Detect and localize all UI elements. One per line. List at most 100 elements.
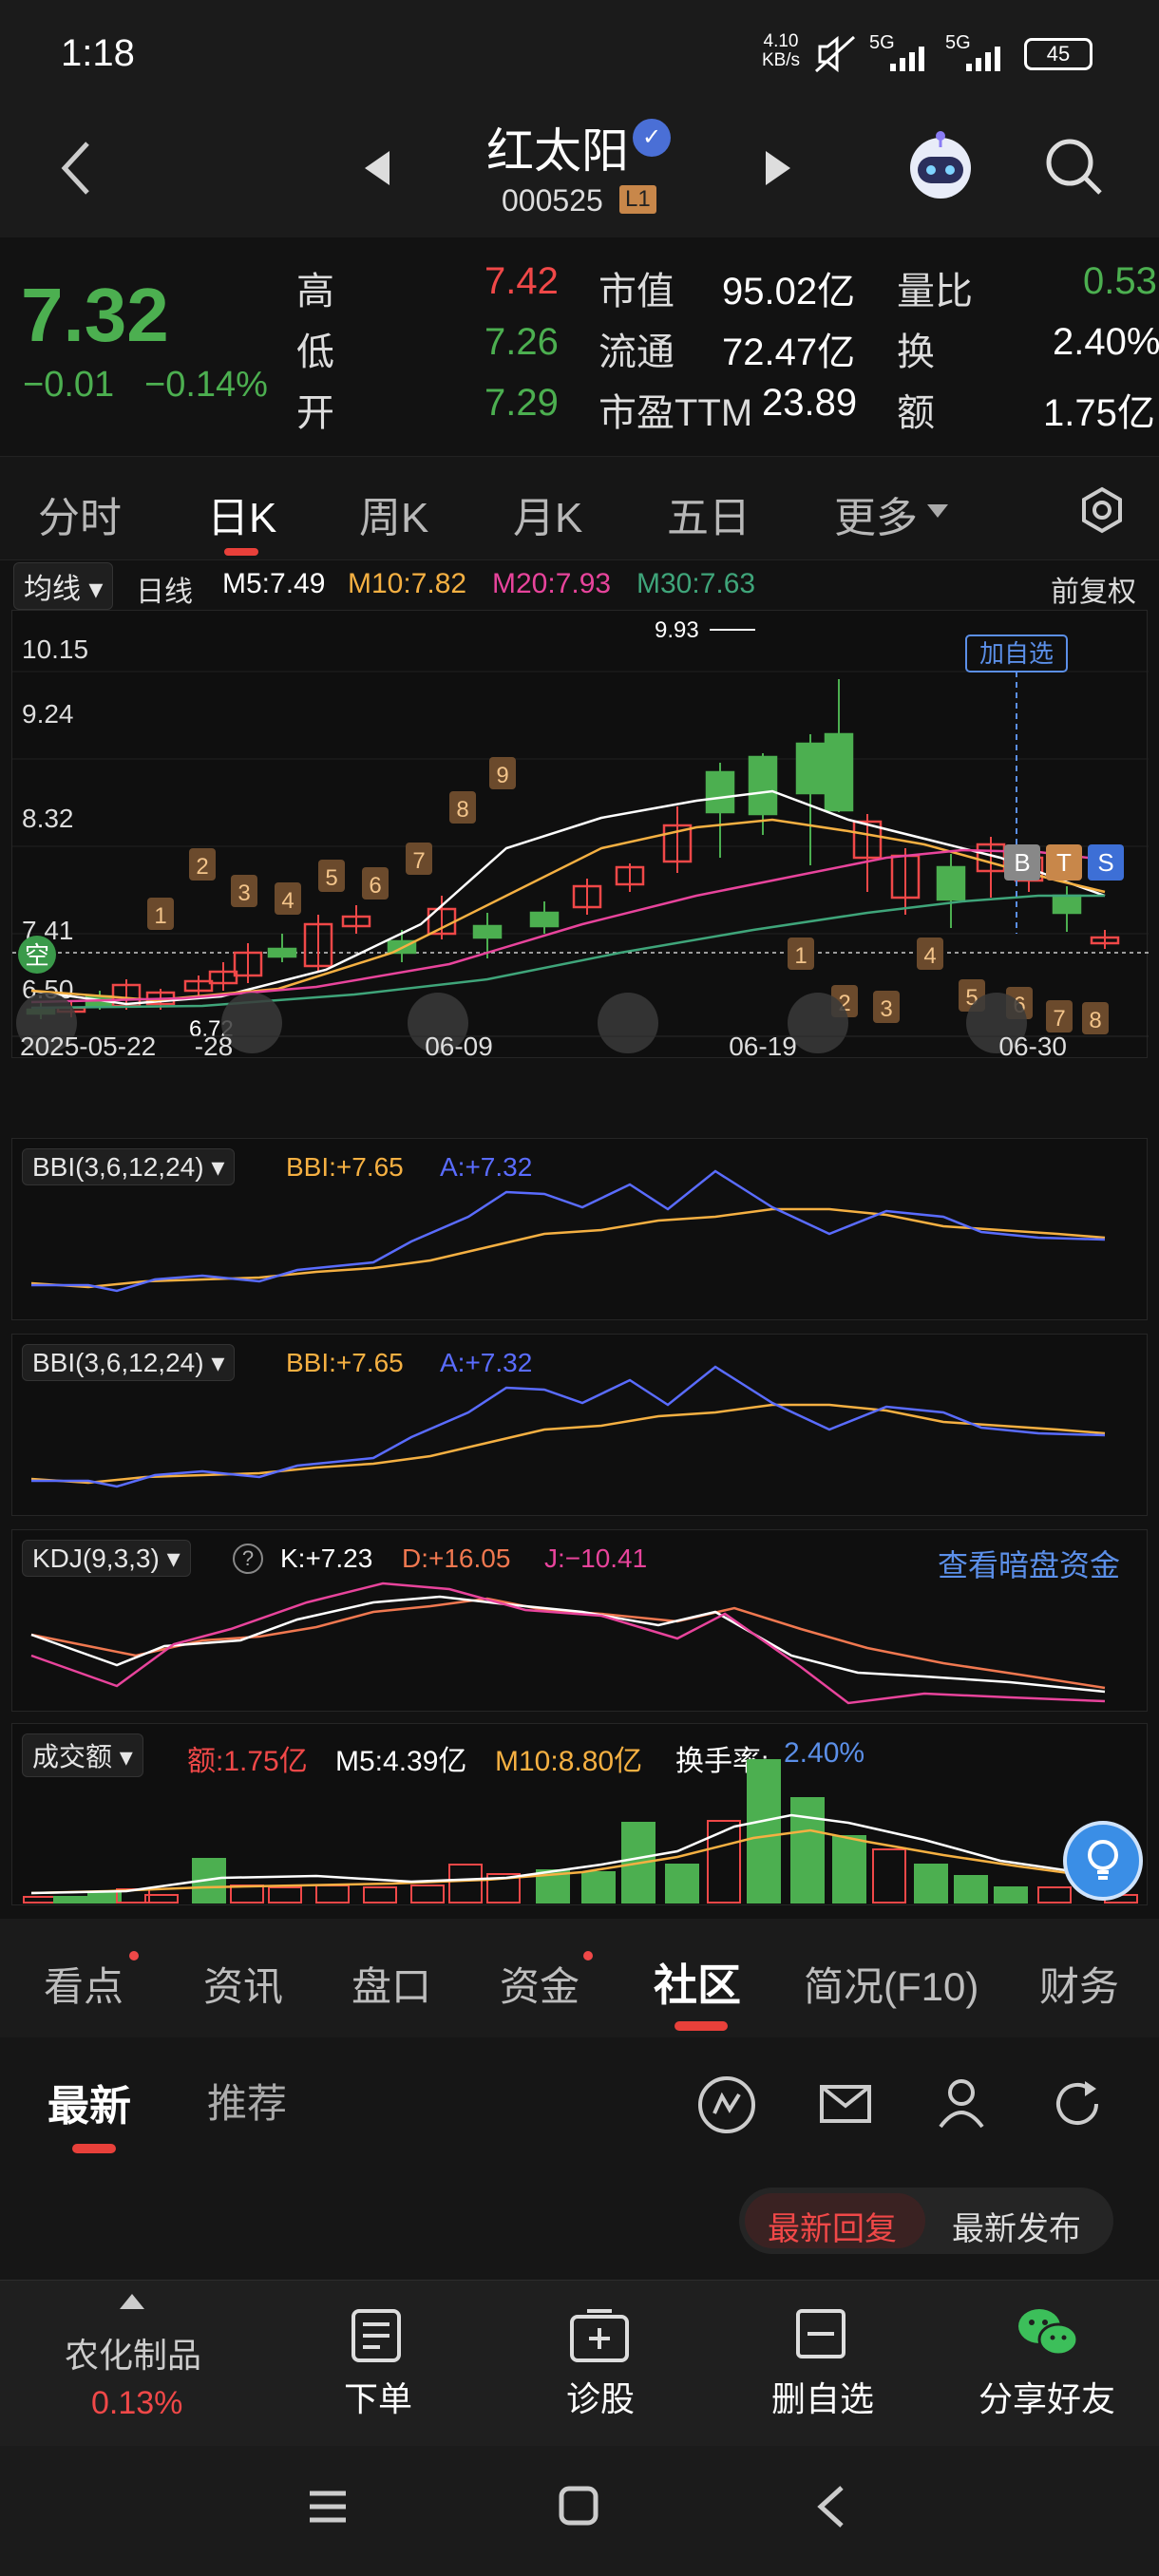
nav-back-icon[interactable]	[813, 2484, 847, 2529]
candle-body	[748, 755, 778, 816]
status-bar: 1:18 4.10 KB/s 5G 5G 45	[0, 0, 1159, 114]
mute-icon	[814, 35, 856, 73]
next-stock-icon[interactable]	[762, 147, 794, 189]
home-icon[interactable]	[557, 2484, 600, 2528]
kdj-panel[interactable]: KDJ(9,3,3) ▾ ? K:+7.23 D:+16.05 J:−10.41…	[11, 1529, 1148, 1712]
order-button[interactable]: 下单	[344, 2372, 412, 2421]
seq-number-label: 8	[1089, 1008, 1101, 1033]
tab-daily-k[interactable]: 日K	[207, 483, 276, 544]
mail-icon[interactable]	[819, 2081, 872, 2127]
share-button[interactable]: 分享好友	[978, 2372, 1115, 2421]
candle-body	[267, 947, 297, 958]
adjust-mode[interactable]: 前复权	[1051, 568, 1136, 610]
status-time: 1:18	[61, 32, 135, 74]
tab-finance[interactable]: 财务	[1039, 1955, 1119, 2013]
low-value: 7.26	[484, 321, 559, 363]
open-label: 开	[296, 392, 334, 434]
bbi-chart-1	[30, 1169, 1106, 1293]
ma5-value: M5:7.49	[222, 568, 326, 599]
tab-order-book[interactable]: 盘口	[352, 1955, 431, 2013]
volume-bar	[914, 1864, 948, 1904]
tab-weekly-k[interactable]: 周K	[359, 483, 428, 544]
detail-tabs: 看点 资讯 盘口 资金 社区 简况(F10) 财务	[0, 1919, 1159, 2037]
search-icon[interactable]	[1043, 136, 1106, 199]
system-nav-bar	[0, 2446, 1159, 2576]
volume-bar	[448, 1864, 483, 1904]
tab-latest[interactable]: 最新	[48, 2072, 131, 2132]
seq-number-label: 7	[412, 848, 425, 874]
refresh-icon[interactable]	[1051, 2077, 1104, 2131]
volume-bar	[87, 1892, 122, 1904]
bbi-panel-2[interactable]: BBI(3,6,12,24) ▾ BBI:+7.65 A:+7.32	[11, 1334, 1148, 1516]
idea-bulb-button[interactable]	[1063, 1821, 1143, 1901]
high-label: 高	[296, 271, 334, 313]
ma-selector[interactable]: 均线 ▾	[13, 562, 114, 610]
volume-bar	[665, 1864, 699, 1904]
volume-bar	[790, 1797, 825, 1904]
turnover-value: 2.40%	[1053, 321, 1159, 363]
tab-community[interactable]: 社区	[654, 1951, 741, 2014]
signal-1-icon	[890, 47, 924, 71]
sort-latest-post[interactable]: 最新发布	[952, 2203, 1081, 2249]
sector-name[interactable]: 农化制品	[65, 2328, 201, 2377]
date-tick: -28	[195, 1032, 233, 1059]
ma30-value: M30:7.63	[636, 568, 756, 599]
tab-more[interactable]: 更多	[834, 483, 918, 544]
date-tick: 06-09	[425, 1032, 493, 1059]
seq-number-label: 2	[196, 854, 208, 880]
verified-icon: ✓	[633, 119, 671, 157]
back-icon[interactable]	[57, 138, 95, 199]
volume-bar	[315, 1885, 350, 1904]
tab-five-day[interactable]: 五日	[667, 483, 750, 544]
float-cap-value: 72.47亿	[722, 331, 856, 373]
date-tick: 06-30	[998, 1032, 1067, 1059]
volume-bar	[23, 1896, 57, 1904]
seq-number-label: 4	[923, 943, 936, 969]
stock-name: 红太阳	[486, 124, 629, 178]
tab-recommended[interactable]: 推荐	[207, 2072, 287, 2130]
seq-number-label: 9	[496, 763, 508, 788]
tab-funds[interactable]: 资金	[500, 1955, 580, 2013]
wechat-icon	[1018, 2309, 1079, 2357]
bbi-a-line	[31, 1365, 1106, 1488]
sort-latest-reply[interactable]: 最新回复	[768, 2203, 897, 2249]
short-marker-label: 空	[25, 941, 49, 970]
stock-community-icon[interactable]	[697, 2075, 756, 2134]
seq-number-label: 4	[281, 888, 294, 914]
user-icon[interactable]	[937, 2077, 986, 2131]
settings-icon[interactable]	[1077, 485, 1127, 535]
menu-icon[interactable]	[306, 2488, 350, 2526]
amount-value: 1.75亿	[1043, 392, 1155, 434]
candle-body	[1052, 894, 1082, 915]
ma-legend: 均线 ▾ 日线 M5:7.49 M10:7.82 M20:7.93 M30:7.…	[0, 560, 1159, 610]
order-icon	[352, 2309, 401, 2362]
seq-number-label: 6	[369, 873, 381, 899]
tab-highlights[interactable]: 看点	[44, 1955, 124, 2013]
robot-assistant-icon[interactable]	[902, 128, 978, 204]
amount-label: 额	[897, 392, 935, 434]
kline-panel[interactable]: 10.15 9.24 8.32 7.41 6.50 9.93 6.72 1 2 3 4 5 6 7 8 9 1 2…	[11, 610, 1149, 1061]
candle-body	[705, 770, 735, 814]
remove-watch-button[interactable]: 删自选	[771, 2372, 874, 2421]
pe-label: 市盈TTM	[598, 392, 753, 434]
latest-indicator	[72, 2144, 116, 2153]
bbi-panel-1[interactable]: BBI(3,6,12,24) ▾ BBI:+7.65 A:+7.32	[11, 1138, 1148, 1320]
volume-bar	[410, 1885, 445, 1904]
volume-bar	[994, 1886, 1028, 1904]
volume-bar	[707, 1820, 741, 1904]
volume-panel[interactable]: 成交额 ▾ 额:1.75亿 M5:4.39亿 M10:8.80亿 换手率: 2.…	[11, 1723, 1148, 1905]
kline-chart[interactable]: 10.159.248.327.416.509.936.72123 45 678912…	[12, 611, 1149, 1061]
tab-monthly-k[interactable]: 月K	[513, 483, 582, 544]
last-price: 7.32	[21, 273, 169, 357]
diagnose-button[interactable]: 诊股	[566, 2372, 635, 2421]
candle-body	[936, 865, 966, 901]
tab-profile-f10[interactable]: 简况(F10)	[804, 1955, 978, 2013]
scroll-left-button	[598, 993, 658, 1053]
volume-bar	[1037, 1886, 1072, 1904]
tab-intraday[interactable]: 分时	[38, 483, 122, 544]
prev-stock-icon[interactable]	[361, 147, 393, 189]
tab-news[interactable]: 资讯	[203, 1955, 283, 2013]
stock-code: 000525	[502, 183, 603, 218]
float-cap-label: 流通	[598, 331, 674, 373]
chevron-up-icon	[120, 2294, 144, 2309]
